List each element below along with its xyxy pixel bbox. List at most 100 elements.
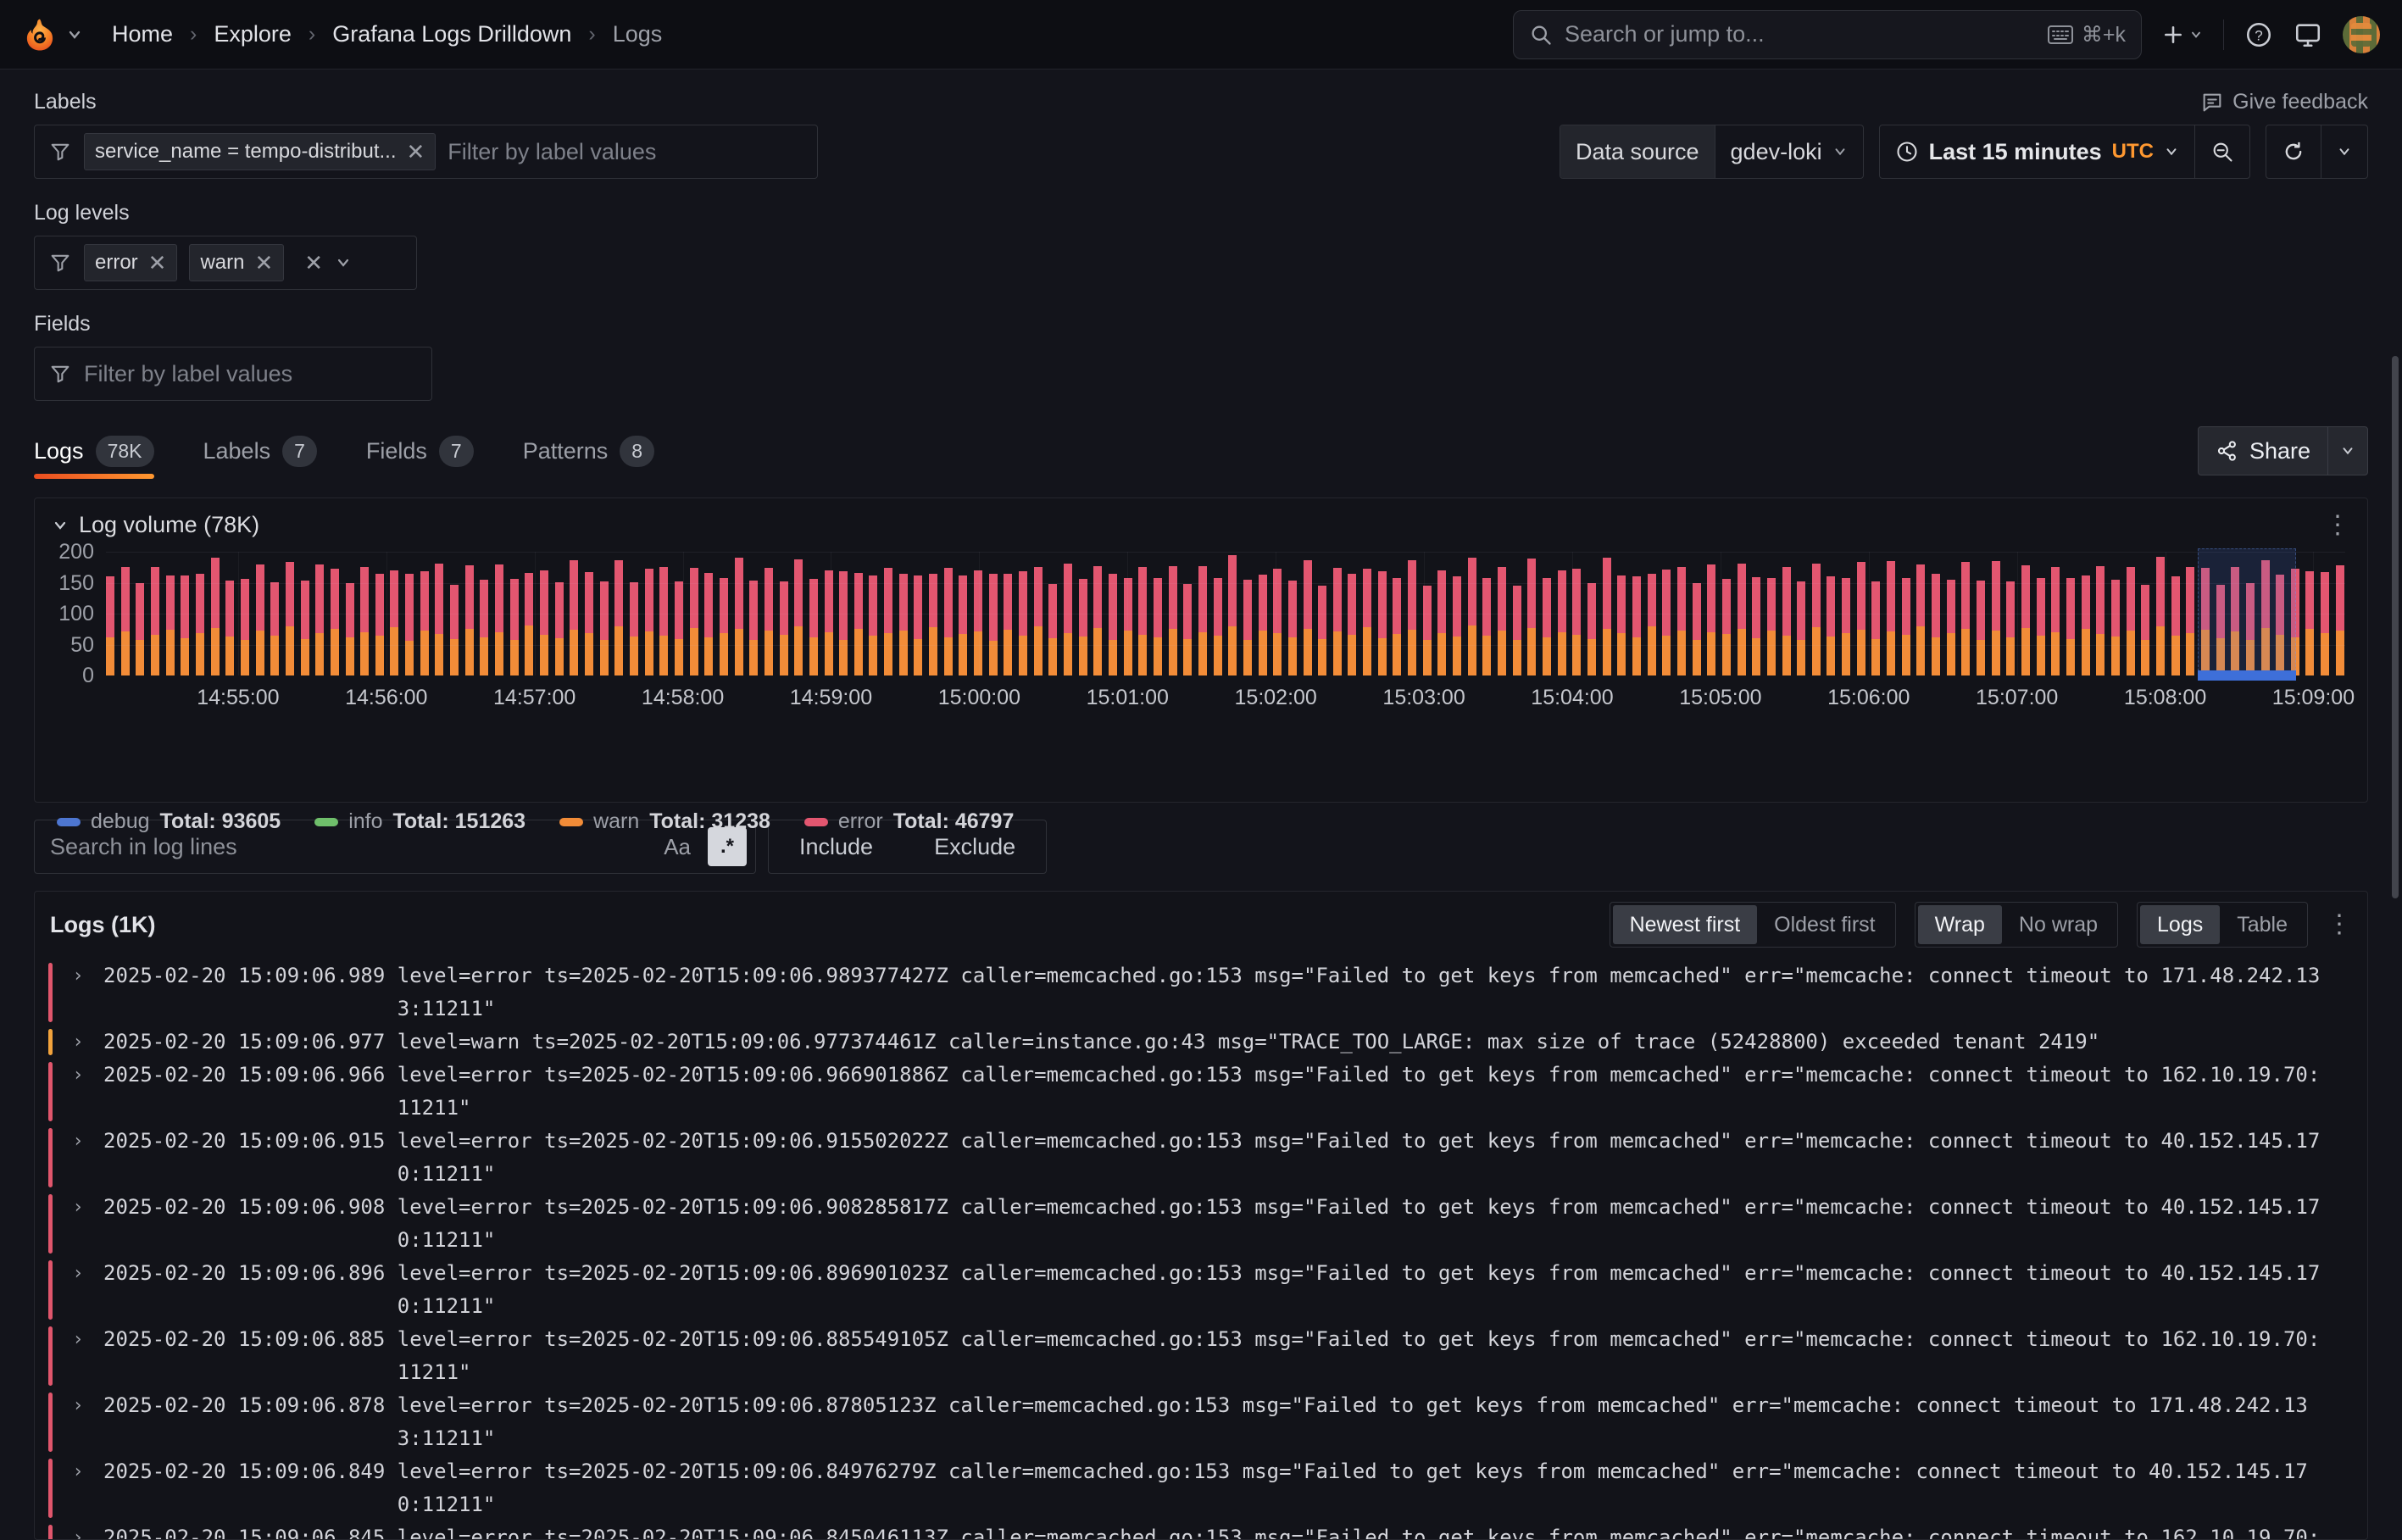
legend-item-info[interactable]: infoTotal: 151263: [314, 809, 525, 834]
log-level-indicator-error: [48, 1128, 53, 1187]
volume-bar: [540, 570, 548, 675]
legend-item-debug[interactable]: debugTotal: 93605: [57, 809, 281, 834]
legend-total: Total: 93605: [160, 809, 281, 834]
global-search[interactable]: ⌘+k: [1513, 10, 2142, 59]
label-filter-chip[interactable]: service_name = tempo-distribut... ✕: [84, 133, 436, 170]
label-filter-box[interactable]: service_name = tempo-distribut... ✕: [34, 125, 818, 179]
volume-bar: [1214, 578, 1222, 675]
warn-bar-segment: [211, 628, 220, 675]
tab-logs[interactable]: Logs78K: [34, 436, 154, 484]
help-button[interactable]: ?: [2244, 20, 2273, 49]
log-row[interactable]: ›2025-02-20 15:09:06.977level=warn ts=20…: [35, 1026, 2367, 1059]
refresh-interval-select[interactable]: [2321, 125, 2367, 178]
warn-bar-segment: [1617, 633, 1626, 675]
log-row[interactable]: ›2025-02-20 15:09:06.878level=error ts=2…: [35, 1389, 2367, 1455]
breadcrumb-item[interactable]: Logs: [613, 21, 663, 47]
log-row[interactable]: ›2025-02-20 15:09:06.849level=error ts=2…: [35, 1455, 2367, 1521]
news-monitor-button[interactable]: [2294, 20, 2322, 49]
expand-log-chevron-icon[interactable]: ›: [63, 1026, 93, 1059]
wrap-wrap[interactable]: Wrap: [1918, 905, 2002, 944]
view-logs[interactable]: Logs: [2140, 905, 2220, 944]
expand-log-chevron-icon[interactable]: ›: [63, 1455, 93, 1488]
log-row[interactable]: ›2025-02-20 15:09:06.915level=error ts=2…: [35, 1125, 2367, 1191]
logs-panel-menu-icon[interactable]: ⋮: [2327, 917, 2352, 932]
log-levels-filter-box[interactable]: error✕ warn✕ ✕: [34, 236, 417, 290]
label-filter-chip-text: service_name = tempo-distribut...: [95, 140, 397, 164]
warn-bar-segment: [839, 640, 848, 675]
level-chip[interactable]: error✕: [84, 244, 177, 281]
volume-bar: [1468, 558, 1476, 675]
error-bar-segment: [1048, 584, 1057, 638]
error-bar-segment: [1183, 584, 1192, 639]
share-dropdown-button[interactable]: [2327, 427, 2367, 475]
expand-log-chevron-icon[interactable]: ›: [63, 1323, 93, 1356]
tab-labels[interactable]: Labels7: [203, 436, 317, 484]
wrap-no-wrap[interactable]: No wrap: [2002, 905, 2115, 944]
warn-bar-segment: [1887, 631, 1895, 675]
collapse-chevron-icon[interactable]: [52, 517, 69, 534]
log-row[interactable]: ›2025-02-20 15:09:06.989level=error ts=2…: [35, 959, 2367, 1026]
search-input[interactable]: [1565, 21, 2036, 47]
expand-log-chevron-icon[interactable]: ›: [63, 959, 93, 992]
volume-bar: [1154, 578, 1162, 675]
remove-level-chip-icon[interactable]: ✕: [255, 252, 274, 274]
sort-oldest-first[interactable]: Oldest first: [1757, 905, 1892, 944]
chevron-down-icon[interactable]: [335, 254, 352, 271]
expand-log-chevron-icon[interactable]: ›: [63, 1125, 93, 1158]
labels-section-title: Labels: [34, 90, 97, 114]
remove-label-filter-icon[interactable]: ✕: [407, 141, 425, 163]
warn-bar-segment: [1842, 633, 1850, 675]
log-row[interactable]: ›2025-02-20 15:09:06.885level=error ts=2…: [35, 1323, 2367, 1389]
share-button[interactable]: Share: [2199, 427, 2327, 475]
error-bar-segment: [420, 571, 429, 631]
log-row[interactable]: ›2025-02-20 15:09:06.845level=error ts=2…: [35, 1521, 2367, 1540]
breadcrumb-item[interactable]: Explore: [214, 21, 292, 47]
error-bar-segment: [1572, 569, 1581, 634]
x-tick-label: 15:09:00: [2272, 686, 2355, 710]
volume-bar: [749, 581, 758, 675]
legend-item-warn[interactable]: warnTotal: 31238: [559, 809, 770, 834]
fields-filter-box[interactable]: [34, 347, 432, 401]
label-filter-input[interactable]: [448, 139, 803, 165]
view-table[interactable]: Table: [2220, 905, 2305, 944]
error-bar-segment: [1632, 576, 1641, 637]
tab-patterns[interactable]: Patterns8: [523, 436, 654, 484]
time-selection-region: [2198, 548, 2296, 675]
log-row[interactable]: ›2025-02-20 15:09:06.908level=error ts=2…: [35, 1191, 2367, 1257]
legend-item-error[interactable]: errorTotal: 46797: [804, 809, 1014, 834]
volume-bar: [1992, 561, 2000, 675]
error-bar-segment: [1977, 581, 1985, 640]
sort-newest-first[interactable]: Newest first: [1613, 905, 1758, 944]
level-chip[interactable]: warn✕: [189, 244, 284, 281]
add-new-button[interactable]: [2162, 24, 2203, 46]
breadcrumb-item[interactable]: Home: [112, 21, 173, 47]
fields-filter-input[interactable]: [84, 361, 418, 387]
time-range-button[interactable]: Last 15 minutes UTC: [1880, 125, 2194, 178]
avatar[interactable]: [2343, 16, 2380, 53]
legend-swatch: [314, 818, 338, 826]
log-search-input[interactable]: [50, 834, 647, 860]
give-feedback-link[interactable]: Give feedback: [2200, 90, 2368, 114]
error-bar-segment: [435, 564, 443, 634]
expand-log-chevron-icon[interactable]: ›: [63, 1389, 93, 1422]
volume-bar: [1019, 571, 1027, 675]
datasource-value-select[interactable]: gdev-loki: [1715, 125, 1863, 178]
panel-menu-icon[interactable]: ⋮: [2325, 518, 2350, 533]
expand-log-chevron-icon[interactable]: ›: [63, 1059, 93, 1092]
expand-log-chevron-icon[interactable]: ›: [63, 1521, 93, 1540]
expand-log-chevron-icon[interactable]: ›: [63, 1191, 93, 1224]
tab-fields[interactable]: Fields7: [366, 436, 474, 484]
warn-bar-segment: [1782, 636, 1791, 675]
expand-log-chevron-icon[interactable]: ›: [63, 1257, 93, 1290]
grafana-logo-menu[interactable]: [22, 17, 83, 53]
breadcrumb-item[interactable]: Grafana Logs Drilldown: [332, 21, 571, 47]
tab-badge: 78K: [96, 436, 154, 467]
clear-levels-icon[interactable]: ✕: [304, 252, 323, 274]
zoom-out-time-button[interactable]: [2194, 125, 2249, 178]
log-row[interactable]: ›2025-02-20 15:09:06.966level=error ts=2…: [35, 1059, 2367, 1125]
page-scrollbar[interactable]: [2392, 356, 2399, 898]
tab-label: Patterns: [523, 438, 609, 464]
refresh-button[interactable]: [2266, 125, 2321, 178]
log-row[interactable]: ›2025-02-20 15:09:06.896level=error ts=2…: [35, 1257, 2367, 1323]
remove-level-chip-icon[interactable]: ✕: [148, 252, 167, 274]
